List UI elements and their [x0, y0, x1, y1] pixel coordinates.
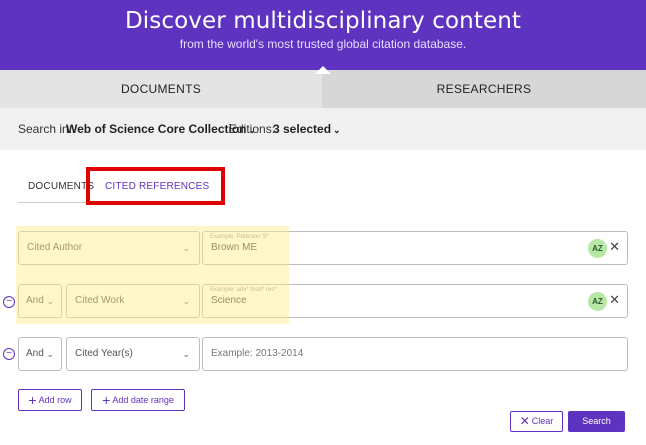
cited-work-input[interactable]: Example: adv* food* res* Science AZ ✕ — [202, 284, 628, 318]
chevron-down-icon: ⌄ — [182, 349, 190, 359]
chevron-down-icon: ⌄ — [46, 296, 54, 306]
close-icon: ✕ — [519, 414, 530, 428]
chevron-down-icon: ⌄ — [333, 125, 341, 135]
subtab-documents[interactable]: DOCUMENTS — [28, 172, 94, 202]
active-tab-notch — [315, 66, 331, 74]
editions-dropdown[interactable]: 3 selected ⌄ — [273, 108, 341, 151]
tab-documents[interactable]: DOCUMENTS — [0, 70, 322, 108]
input-placeholder: Example: 2013-2014 — [211, 348, 304, 359]
clear-field-icon[interactable]: ✕ — [609, 237, 620, 257]
cited-author-input[interactable]: Example: Peterson S* Brown ME AZ ✕ — [202, 231, 628, 265]
operator-value: And — [26, 348, 44, 359]
search-in-bar: Search in: Web of Science Core Collectio… — [0, 108, 646, 150]
input-hint: Example: Peterson S* — [210, 234, 269, 240]
clear-button[interactable]: ✕ Clear — [510, 411, 563, 432]
remove-row-icon[interactable]: − — [3, 296, 15, 308]
editions-value: 3 selected — [273, 122, 332, 136]
search-in-label: Search in: — [18, 122, 73, 136]
collection-dropdown[interactable]: Web of Science Core Collection ⌄ — [66, 108, 256, 151]
operator-select-row-3[interactable]: And ⌄ — [18, 337, 62, 371]
field-select-row-3[interactable]: Cited Year(s) ⌄ — [66, 337, 200, 371]
add-row-button[interactable]: + Add row — [18, 389, 82, 411]
collection-value: Web of Science Core Collection — [66, 122, 247, 136]
operator-select-row-2[interactable]: And ⌄ — [18, 284, 62, 318]
hero-title: Discover multidisciplinary content — [124, 8, 521, 34]
plus-icon: + — [28, 392, 37, 408]
clear-label: Clear — [531, 416, 554, 426]
hero-subtitle: from the world's most trusted global cit… — [179, 37, 467, 51]
add-date-range-button[interactable]: + Add date range — [91, 389, 185, 411]
hero-banner: Discover multidisciplinary content from … — [0, 0, 646, 74]
clear-field-icon[interactable]: ✕ — [609, 290, 620, 310]
cited-year-input[interactable]: Example: 2013-2014 — [202, 337, 628, 371]
az-index-icon[interactable]: AZ — [588, 239, 607, 258]
chevron-down-icon: ⌄ — [182, 296, 190, 306]
chevron-down-icon: ⌄ — [182, 243, 190, 253]
field-select-value: Cited Work — [75, 295, 125, 306]
input-value: Science — [211, 295, 247, 306]
input-value: Brown ME — [211, 242, 258, 253]
operator-value: And — [26, 295, 44, 306]
search-button[interactable]: Search — [568, 411, 625, 432]
field-select-value: Cited Year(s) — [75, 348, 133, 359]
chevron-down-icon: ⌄ — [46, 349, 54, 359]
subtab-cited-references[interactable]: CITED REFERENCES — [105, 172, 209, 202]
add-date-range-label: Add date range — [112, 395, 174, 405]
field-select-row-2[interactable]: Cited Work ⌄ — [66, 284, 200, 318]
tab-researchers[interactable]: RESEARCHERS — [322, 70, 646, 108]
remove-row-icon[interactable]: − — [3, 348, 15, 360]
add-row-label: Add row — [38, 395, 72, 405]
input-hint: Example: adv* food* res* — [210, 287, 277, 293]
subtab-divider — [18, 202, 96, 203]
az-index-icon[interactable]: AZ — [588, 292, 607, 311]
field-select-row-1[interactable]: Cited Author ⌄ — [18, 231, 200, 265]
main-tabs: DOCUMENTS RESEARCHERS — [0, 70, 646, 108]
plus-icon: + — [102, 392, 111, 408]
field-select-value: Cited Author — [27, 242, 83, 253]
editions-label: Editions: — [229, 122, 276, 136]
